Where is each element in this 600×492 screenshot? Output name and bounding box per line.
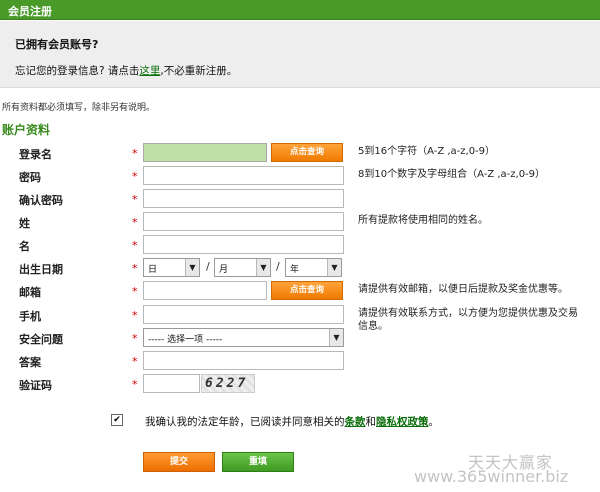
required-mark: * (132, 378, 138, 391)
phone-input[interactable] (143, 305, 344, 324)
agreement-and: 和 (365, 416, 377, 428)
captcha-image[interactable]: 6227 (201, 374, 255, 393)
required-mark: * (132, 355, 138, 368)
checkmark-icon: ✔ (113, 415, 121, 425)
forgot-login-line: 忘记您的登录信息? 请点击这里,不必重新注册。 (15, 63, 237, 78)
agreement-suffix: 。 (428, 416, 440, 428)
username-input[interactable] (143, 143, 267, 162)
birth-year-select[interactable]: 年 ▼ (285, 258, 342, 277)
required-mark: * (132, 147, 138, 160)
agreement-text: 我确认我的法定年龄，已阅读并同意相关的条款和隐私权政策。 (145, 414, 439, 429)
confirm-password-label: 确认密码 (19, 194, 63, 207)
last-name-input[interactable] (143, 212, 344, 231)
answer-label: 答案 (19, 356, 41, 369)
agreement-prefix: 我确认我的法定年龄，已阅读并同意相关的 (145, 416, 345, 428)
phone-label: 手机 (19, 310, 41, 323)
captcha-input[interactable] (143, 374, 200, 393)
first-name-label: 名 (19, 240, 30, 253)
terms-link[interactable]: 条款 (345, 416, 366, 428)
chevron-down-icon: ▼ (327, 259, 341, 276)
birth-month-value: 月 (219, 265, 229, 275)
required-mark: * (132, 262, 138, 275)
first-name-input[interactable] (143, 235, 344, 254)
required-mark: * (132, 285, 138, 298)
section-title: 账户资料 (2, 123, 51, 137)
chevron-down-icon: ▼ (329, 329, 343, 346)
email-row: 邮箱 * 点击查询 请提供有效邮箱，以便日后提款及奖金优惠等。 (0, 281, 600, 303)
first-name-row: 名 * (0, 235, 600, 257)
agree-checkbox[interactable]: ✔ (111, 414, 123, 426)
required-mark: * (132, 309, 138, 322)
captcha-row: 验证码 * 6227 (0, 374, 600, 396)
agreement-row: ✔ 我确认我的法定年龄，已阅读并同意相关的条款和隐私权政策。 (0, 413, 600, 433)
username-row: 登录名 * 点击查询 5到16个字符（A-Z ,a-z,0-9） (0, 143, 600, 165)
username-hint: 5到16个字符（A-Z ,a-z,0-9） (358, 146, 496, 157)
security-question-row: 安全问题 * ----- 选择一项 ----- ▼ (0, 328, 600, 350)
last-name-row: 姓 * 所有提款将使用相同的姓名。 (0, 212, 600, 234)
birth-day-value: 日 (148, 265, 158, 275)
submit-button[interactable]: 提交 (143, 452, 215, 472)
email-input[interactable] (143, 281, 267, 300)
birthdate-row: 出生日期 * 日 ▼ / 月 ▼ / 年 ▼ (0, 258, 600, 280)
captcha-label: 验证码 (19, 379, 52, 392)
top-bar: 会员注册 (0, 0, 600, 20)
existing-account-box: 已拥有会员账号? 忘记您的登录信息? 请点击这里,不必重新注册。 (0, 21, 600, 88)
forgot-login-text: 忘记您的登录信息? 请点击 (15, 65, 140, 77)
privacy-link[interactable]: 隐私权政策 (376, 416, 429, 428)
date-separator: / (276, 260, 280, 273)
page-title: 会员注册 (8, 5, 52, 18)
forgot-login-suffix: ,不必重新注册。 (160, 65, 238, 77)
birthdate-label: 出生日期 (19, 263, 63, 276)
confirm-password-input[interactable] (143, 189, 344, 208)
last-name-hint: 所有提款将使用相同的姓名。 (358, 215, 488, 226)
security-question-value: ----- 选择一项 ----- (148, 335, 223, 345)
last-name-label: 姓 (19, 217, 30, 230)
required-mark: * (132, 170, 138, 183)
confirm-password-row: 确认密码 * (0, 189, 600, 211)
email-label: 邮箱 (19, 286, 41, 299)
reset-button[interactable]: 重填 (222, 452, 294, 472)
watermark-url: www.365winner.biz (414, 467, 569, 486)
security-question-label: 安全问题 (19, 333, 63, 346)
birth-month-select[interactable]: 月 ▼ (214, 258, 271, 277)
email-hint: 请提供有效邮箱，以便日后提款及奖金优惠等。 (358, 284, 568, 295)
required-mark: * (132, 239, 138, 252)
required-mark: * (132, 193, 138, 206)
password-hint: 8到10个数字及字母组合（A-Z ,a-z,0-9） (358, 169, 546, 180)
answer-row: 答案 * (0, 351, 600, 373)
chevron-down-icon: ▼ (256, 259, 270, 276)
check-username-button[interactable]: 点击查询 (271, 143, 343, 162)
forgot-login-link[interactable]: 这里 (139, 65, 160, 77)
password-input[interactable] (143, 166, 344, 185)
check-email-button[interactable]: 点击查询 (271, 281, 343, 300)
chevron-down-icon: ▼ (185, 259, 199, 276)
required-mark: * (132, 216, 138, 229)
date-separator: / (206, 260, 210, 273)
answer-input[interactable] (143, 351, 344, 370)
birth-year-value: 年 (290, 265, 300, 275)
required-mark: * (132, 332, 138, 345)
password-row: 密码 * 8到10个数字及字母组合（A-Z ,a-z,0-9） (0, 166, 600, 188)
security-question-select[interactable]: ----- 选择一项 ----- ▼ (143, 328, 344, 347)
password-label: 密码 (19, 171, 41, 184)
username-label: 登录名 (19, 148, 52, 161)
existing-account-heading: 已拥有会员账号? (15, 38, 99, 51)
birth-day-select[interactable]: 日 ▼ (143, 258, 200, 277)
required-note: 所有资料都必须填写，除非另有说明。 (2, 103, 156, 113)
phone-hint-line1: 请提供有效联系方式，以方便为您提供优惠及交易 (358, 308, 578, 319)
